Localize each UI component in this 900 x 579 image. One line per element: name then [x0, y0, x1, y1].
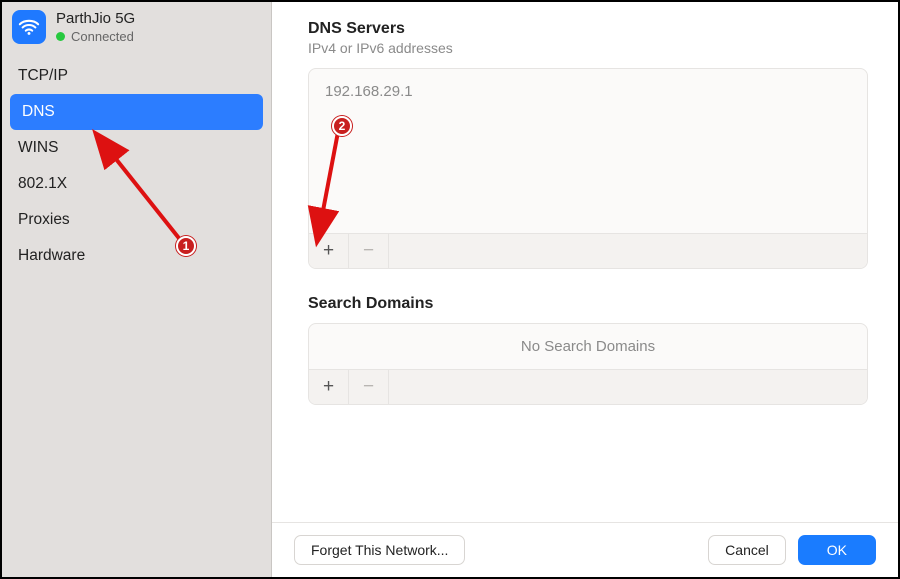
- dns-section: DNS Servers IPv4 or IPv6 addresses 192.1…: [308, 20, 868, 269]
- search-domains-title: Search Domains: [308, 295, 868, 313]
- search-domains-add-button[interactable]: +: [309, 370, 349, 404]
- dns-remove-button[interactable]: −: [349, 234, 389, 268]
- main-panel: DNS Servers IPv4 or IPv6 addresses 192.1…: [272, 2, 898, 577]
- network-status: Connected: [71, 29, 134, 44]
- search-domains-list: No Search Domains + −: [308, 323, 868, 405]
- cancel-button[interactable]: Cancel: [708, 535, 786, 565]
- footer: Forget This Network... Cancel OK: [272, 522, 898, 577]
- search-domains-placeholder[interactable]: No Search Domains: [309, 324, 867, 369]
- network-settings-window: ParthJio 5G Connected TCP/IP DNS WINS 80…: [0, 0, 900, 579]
- dns-list: 192.168.29.1 + −: [308, 68, 868, 269]
- sidebar-tabs: TCP/IP DNS WINS 802.1X Proxies Hardware: [2, 58, 271, 274]
- search-domains-pm-bar: + −: [309, 369, 867, 404]
- minus-icon: −: [363, 240, 374, 262]
- ok-button[interactable]: OK: [798, 535, 876, 565]
- minus-icon: −: [363, 376, 374, 398]
- dns-title: DNS Servers: [308, 20, 868, 38]
- search-domains-remove-button[interactable]: −: [349, 370, 389, 404]
- plus-icon: +: [323, 376, 334, 398]
- sidebar-tab-tcpip[interactable]: TCP/IP: [2, 58, 271, 94]
- dns-subtitle: IPv4 or IPv6 addresses: [308, 40, 868, 56]
- wifi-icon: [12, 10, 46, 44]
- dns-entry[interactable]: 192.168.29.1: [309, 69, 867, 113]
- forget-network-button[interactable]: Forget This Network...: [294, 535, 465, 565]
- annotation-badge-2: 2: [332, 116, 352, 136]
- dns-pm-bar: + −: [309, 233, 867, 268]
- sidebar-tab-hardware[interactable]: Hardware: [2, 238, 271, 274]
- sidebar-tab-proxies[interactable]: Proxies: [2, 202, 271, 238]
- sidebar-tab-dns[interactable]: DNS: [10, 94, 263, 130]
- sidebar: ParthJio 5G Connected TCP/IP DNS WINS 80…: [2, 2, 272, 577]
- sidebar-tab-8021x[interactable]: 802.1X: [2, 166, 271, 202]
- search-domains-section: Search Domains No Search Domains + −: [308, 295, 868, 405]
- network-name: ParthJio 5G: [56, 10, 135, 27]
- plus-icon: +: [323, 240, 334, 262]
- annotation-badge-1: 1: [176, 236, 196, 256]
- dns-list-empty-area[interactable]: [309, 113, 867, 233]
- network-header: ParthJio 5G Connected: [2, 6, 271, 54]
- status-dot-icon: [56, 32, 65, 41]
- sidebar-tab-wins[interactable]: WINS: [2, 130, 271, 166]
- dns-add-button[interactable]: +: [309, 234, 349, 268]
